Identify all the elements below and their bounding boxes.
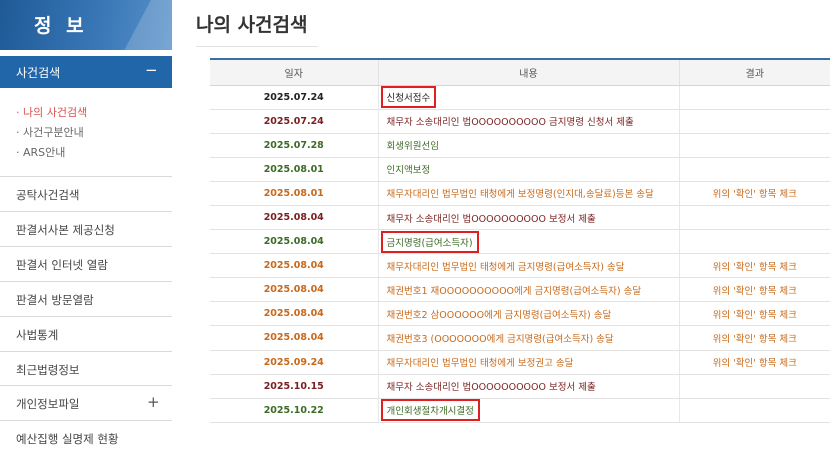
- cell-content: 채무자대리인 법무법인 태청에게 금지명령(급여소득자) 송달: [377, 253, 679, 279]
- sidebar-item-label: 공탁사건검색: [16, 188, 80, 202]
- cell-content: 채무자대리인 법무법인 태청에게 보정권고 송달: [377, 350, 679, 375]
- cell-date: 2025.08.04: [210, 229, 378, 255]
- table-body: 2025.07.24 신청서접수 2025.07.24 채무자 소송대리인 법OOOO…: [210, 85, 830, 423]
- sidebar-item-case-search[interactable]: 사건검색 −: [0, 56, 172, 88]
- cell-date: 2025.09.24: [210, 350, 378, 375]
- cell-result: 위의 '확인' 항목 체크: [678, 301, 830, 327]
- column-header-content: 내용: [377, 58, 679, 86]
- cell-date: 2025.07.24: [210, 109, 378, 134]
- cell-content: 채무자 소송대리인 법OOOOOOOOOO 보정서 제출: [377, 205, 679, 231]
- banner-decoration: [113, 0, 172, 50]
- sidebar-item-label: 판결서사본 제공신청: [16, 223, 115, 237]
- cell-result: [678, 133, 830, 158]
- table-header-row: 일자 내용 결과: [210, 58, 830, 86]
- cell-date: 2025.08.04: [210, 277, 378, 303]
- cell-content: 채무자 소송대리인 법OOOOOOOOOO 보정서 제출: [377, 374, 679, 399]
- cell-date: 2025.08.01: [210, 157, 378, 182]
- highlighted-content: 금지명령(급여소득자): [380, 230, 479, 253]
- cell-date: 2025.08.04: [210, 301, 378, 327]
- cell-result: [678, 374, 830, 399]
- highlighted-content: 신청서접수: [380, 86, 437, 109]
- table-row: 2025.08.01 인지액보정: [210, 157, 830, 182]
- cell-date: 2025.07.24: [210, 85, 378, 110]
- cell-content: 개인회생절차개시결정: [377, 398, 679, 423]
- collapse-icon[interactable]: −: [145, 61, 158, 79]
- table-row: 2025.08.01 채무자대리인 법무법인 태청에게 보정명령(인지대,송달료)…: [210, 181, 830, 206]
- cell-date: 2025.08.01: [210, 181, 378, 206]
- submenu-item-my-case-search[interactable]: · 나의 사건검색: [16, 104, 87, 120]
- sidebar-item-judgment-copy[interactable]: 판결서사본 제공신청: [0, 211, 172, 245]
- cell-content: 채권번호1 재OOOOOOOOOO에게 금지명령(급여소득자) 송달: [377, 277, 679, 303]
- cell-date: 2025.08.04: [210, 205, 378, 231]
- table-row: 2025.08.04 금지명령(급여소득자): [210, 229, 830, 255]
- page-title: 나의 사건검색: [196, 14, 308, 36]
- sidebar-item-judgment-visit[interactable]: 판결서 방문열람: [0, 281, 172, 315]
- highlighted-content: 개인회생절차개시결정: [380, 399, 480, 422]
- cell-date: 2025.08.04: [210, 253, 378, 279]
- submenu-item-ars-guide[interactable]: · ARS안내: [16, 144, 65, 160]
- cell-content: 회생위원선임: [377, 133, 679, 158]
- cell-date: 2025.07.28: [210, 133, 378, 158]
- cell-content: 금지명령(급여소득자): [377, 229, 679, 255]
- sidebar-item-judgment-online[interactable]: 판결서 인터넷 열람: [0, 246, 172, 280]
- cell-content: 채권번호3 (OOOOOOO에게 금지명령(급여소득자) 송달: [377, 325, 679, 351]
- sidebar-item-label: 예산집행 실명제 현황: [16, 432, 119, 446]
- sidebar-item-label: 사건검색: [16, 66, 61, 80]
- cell-date: 2025.10.22: [210, 398, 378, 423]
- cell-date: 2025.10.15: [210, 374, 378, 399]
- table-row: 2025.08.04 채권번호1 재OOOOOOOOOO에게 금지명령(급여소득자…: [210, 277, 830, 303]
- table-row: 2025.07.28 회생위원선임: [210, 133, 830, 158]
- sidebar-item-label: 판결서 인터넷 열람: [16, 258, 108, 272]
- cell-result: 위의 '확인' 항목 체크: [678, 325, 830, 351]
- sidebar-item-budget[interactable]: 예산집행 실명제 현황: [0, 420, 172, 453]
- sidebar-item-judicial-stats[interactable]: 사법통계: [0, 316, 172, 350]
- cell-result: 위의 '확인' 항목 체크: [678, 350, 830, 375]
- cell-content: 채무자 소송대리인 법OOOOOOOOOO 금지명령 신청서 제출: [377, 109, 679, 134]
- cell-content: 인지액보정: [377, 157, 679, 182]
- table-row: 2025.10.22 개인회생절차개시결정: [210, 398, 830, 423]
- table-row: 2025.09.24 채무자대리인 법무법인 태청에게 보정권고 송달 위의 '확인…: [210, 350, 830, 375]
- cell-result: [678, 229, 830, 255]
- sidebar-item-deposit-search[interactable]: 공탁사건검색: [0, 176, 172, 210]
- cell-result: [678, 109, 830, 134]
- sidebar-item-label: 최근법령정보: [16, 363, 80, 377]
- sidebar-item-recent-laws[interactable]: 최근법령정보: [0, 351, 172, 385]
- cell-result: [678, 85, 830, 110]
- sidebar-item-label: 개인정보파일: [16, 397, 80, 411]
- cell-date: 2025.08.04: [210, 325, 378, 351]
- cell-result: [678, 157, 830, 182]
- cell-result: 위의 '확인' 항목 체크: [678, 277, 830, 303]
- sidebar-item-label: 사법통계: [16, 328, 59, 342]
- submenu-item-case-type-guide[interactable]: · 사건구분안내: [16, 124, 84, 140]
- table-row: 2025.08.04 채권번호3 (OOOOOOO에게 금지명령(급여소득자) 송…: [210, 325, 830, 351]
- cell-content: 채권번호2 삼OOOOOO에게 금지명령(급여소득자) 송달: [377, 301, 679, 327]
- column-header-result: 결과: [678, 58, 830, 86]
- sidebar-title: 정 보: [34, 15, 88, 37]
- cell-result: [678, 205, 830, 231]
- cell-result: [678, 398, 830, 423]
- table-row: 2025.07.24 채무자 소송대리인 법OOOOOOOOOO 금지명령 신청서…: [210, 109, 830, 134]
- cell-content: 채무자대리인 법무법인 태청에게 보정명령(인지대,송달료)등본 송달: [377, 181, 679, 206]
- table-row: 2025.08.04 채권번호2 삼OOOOOO에게 금지명령(급여소득자) 송달…: [210, 301, 830, 327]
- cell-content: 신청서접수: [377, 85, 679, 110]
- cell-result: 위의 '확인' 항목 체크: [678, 253, 830, 279]
- table-row: 2025.08.04 채무자대리인 법무법인 태청에게 금지명령(급여소득자) 송…: [210, 253, 830, 279]
- table-row: 2025.10.15 채무자 소송대리인 법OOOOOOOOOO 보정서 제출: [210, 374, 830, 399]
- expand-icon[interactable]: +: [147, 393, 160, 411]
- table-row: 2025.08.04 채무자 소송대리인 법OOOOOOOOOO 보정서 제출: [210, 205, 830, 231]
- sidebar: 정 보 사건검색 − · 나의 사건검색 · 사건구분안내 · ARS안내 공탁…: [0, 0, 172, 453]
- cell-result: 위의 '확인' 항목 체크: [678, 181, 830, 206]
- sidebar-item-label: 판결서 방문열람: [16, 293, 94, 307]
- column-header-date: 일자: [210, 58, 378, 86]
- table-row: 2025.07.24 신청서접수: [210, 85, 830, 110]
- case-history-table: 일자 내용 결과 2025.07.24 신청서접수 2025.07.24 채무자 소송…: [210, 58, 830, 423]
- sidebar-title-banner: 정 보: [0, 0, 172, 50]
- sidebar-item-privacy-files[interactable]: 개인정보파일 +: [0, 385, 172, 419]
- title-divider: [196, 46, 318, 47]
